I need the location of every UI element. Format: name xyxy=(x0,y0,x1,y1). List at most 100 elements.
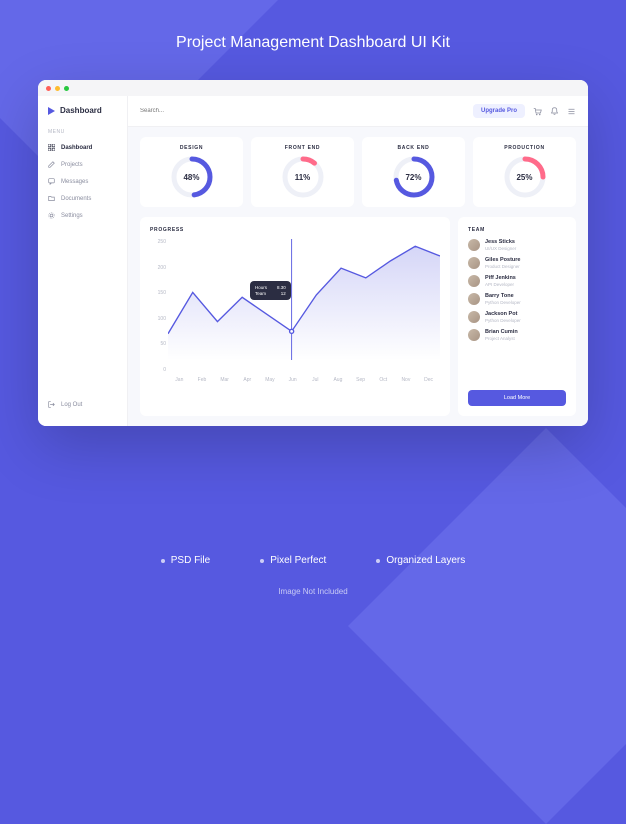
browser-window: Dashboard MENU Dashboard Projects Messag… xyxy=(38,80,588,426)
kpi-value: 11% xyxy=(281,155,325,199)
footer-item-label: Pixel Perfect xyxy=(270,555,326,566)
kpi-value: 25% xyxy=(503,155,547,199)
traffic-light-minimize[interactable] xyxy=(55,86,60,91)
window-chrome xyxy=(38,80,588,96)
kpi-card[interactable]: PRODUCTION 25% xyxy=(473,137,576,207)
traffic-light-close[interactable] xyxy=(46,86,51,91)
brand-logo-icon xyxy=(48,107,55,115)
gear-icon xyxy=(48,212,55,219)
kpi-card[interactable]: FRONT END 11% xyxy=(251,137,354,207)
footer-item: Pixel Perfect xyxy=(260,555,326,566)
team-member-role: Python Developer xyxy=(485,300,521,305)
x-axis: JanFebMarAprMayJunJulAugSepOctNovDec xyxy=(168,377,440,389)
kpi-title: PRODUCTION xyxy=(504,145,545,151)
logout-label: Log Out xyxy=(61,402,82,408)
chat-icon xyxy=(48,178,55,185)
logout-button[interactable]: Log Out xyxy=(38,393,127,416)
footer-item: Organized Layers xyxy=(376,555,465,566)
team-member-name: Giles Posture xyxy=(485,257,520,263)
sidebar-item-label: Documents xyxy=(61,196,91,202)
kpi-card[interactable]: DESIGN 48% xyxy=(140,137,243,207)
chart-tooltip: Hours8.30Team12 xyxy=(250,281,291,300)
bullet-icon xyxy=(161,559,165,563)
sidebar-item-label: Dashboard xyxy=(61,145,92,151)
donut-chart: 11% xyxy=(281,155,325,199)
bell-icon[interactable] xyxy=(550,107,559,116)
avatar xyxy=(468,239,480,251)
team-member-name: Brian Cumin xyxy=(485,329,518,335)
team-member-role: API Developer xyxy=(485,282,516,287)
tooltip-value: 12 xyxy=(281,291,286,296)
avatar xyxy=(468,293,480,305)
footer-item-label: PSD File xyxy=(171,555,210,566)
footer-features: PSD File Pixel Perfect Organized Layers xyxy=(0,555,626,566)
team-row[interactable]: Brian Cumin Project Analyst xyxy=(468,329,566,341)
team-member-role: UI/UX Designer xyxy=(485,246,516,251)
kpi-title: FRONT END xyxy=(285,145,320,151)
tooltip-value: 8.30 xyxy=(277,285,286,290)
footer-disclaimer: Image Not Included xyxy=(0,587,626,596)
topbar: Upgrade Pro xyxy=(128,96,588,127)
team-row[interactable]: Giles Posture Product Designer xyxy=(468,257,566,269)
team-row[interactable]: Jess Sticks UI/UX Designer xyxy=(468,239,566,251)
kpi-title: DESIGN xyxy=(180,145,203,151)
upgrade-button[interactable]: Upgrade Pro xyxy=(473,104,525,118)
tooltip-key: Hours xyxy=(255,285,267,290)
team-card: TEAM Jess Sticks UI/UX Designer Giles Po… xyxy=(458,217,576,416)
sidebar-item-projects[interactable]: Projects xyxy=(38,156,127,173)
team-member-role: Project Analyst xyxy=(485,336,518,341)
sidebar-item-label: Messages xyxy=(61,179,88,185)
bullet-icon xyxy=(376,559,380,563)
sidebar-item-label: Settings xyxy=(61,213,83,219)
donut-chart: 25% xyxy=(503,155,547,199)
team-member-name: Piff Jenkins xyxy=(485,275,516,281)
search-input[interactable] xyxy=(140,108,465,114)
team-member-name: Jackson Pot xyxy=(485,311,521,317)
y-axis: 250200150100500 xyxy=(150,239,168,373)
bullet-icon xyxy=(260,559,264,563)
bg-shape xyxy=(348,428,626,824)
edit-icon xyxy=(48,161,55,168)
brand-name: Dashboard xyxy=(60,106,102,115)
traffic-light-maximize[interactable] xyxy=(64,86,69,91)
avatar xyxy=(468,275,480,287)
team-member-name: Jess Sticks xyxy=(485,239,516,245)
sidebar-item-documents[interactable]: Documents xyxy=(38,190,127,207)
team-row[interactable]: Jackson Pot Python Developer xyxy=(468,311,566,323)
team-member-role: Product Designer xyxy=(485,264,520,269)
load-more-button[interactable]: Load More xyxy=(468,390,566,406)
donut-chart: 48% xyxy=(170,155,214,199)
progress-chart: 250200150100500 JanFebMarAprMayJunJulAug… xyxy=(150,239,440,389)
team-member-role: Python Developer xyxy=(485,318,521,323)
folder-icon xyxy=(48,195,55,202)
footer-item: PSD File xyxy=(161,555,210,566)
sidebar-item-dashboard[interactable]: Dashboard xyxy=(38,139,127,156)
sidebar-item-messages[interactable]: Messages xyxy=(38,173,127,190)
kpi-value: 72% xyxy=(392,155,436,199)
kpi-title: BACK END xyxy=(398,145,430,151)
team-row[interactable]: Piff Jenkins API Developer xyxy=(468,275,566,287)
kpi-row: DESIGN 48% FRONT END 11% BACK END 72% PR… xyxy=(140,137,576,207)
avatar xyxy=(468,311,480,323)
progress-card: PROGRESS 250200150100500 JanFebMarAprMay… xyxy=(140,217,450,416)
sidebar-item-settings[interactable]: Settings xyxy=(38,207,127,224)
avatar xyxy=(468,329,480,341)
donut-chart: 72% xyxy=(392,155,436,199)
team-title: TEAM xyxy=(468,227,566,233)
chart-svg xyxy=(168,239,440,360)
sidebar-item-label: Projects xyxy=(61,162,83,168)
progress-title: PROGRESS xyxy=(150,227,440,233)
brand[interactable]: Dashboard xyxy=(38,106,127,123)
avatar xyxy=(468,257,480,269)
cart-icon[interactable] xyxy=(533,107,542,116)
page-title: Project Management Dashboard UI Kit xyxy=(0,0,626,52)
sidebar-section-label: MENU xyxy=(38,123,127,139)
kpi-card[interactable]: BACK END 72% xyxy=(362,137,465,207)
team-row[interactable]: Barry Tone Python Developer xyxy=(468,293,566,305)
logout-icon xyxy=(48,401,55,408)
team-member-name: Barry Tone xyxy=(485,293,521,299)
team-list: Jess Sticks UI/UX Designer Giles Posture… xyxy=(468,239,566,384)
menu-icon[interactable] xyxy=(567,107,576,116)
main-area: Upgrade Pro DESIGN 48% FRONT END 11% BAC… xyxy=(128,96,588,426)
grid-icon xyxy=(48,144,55,151)
